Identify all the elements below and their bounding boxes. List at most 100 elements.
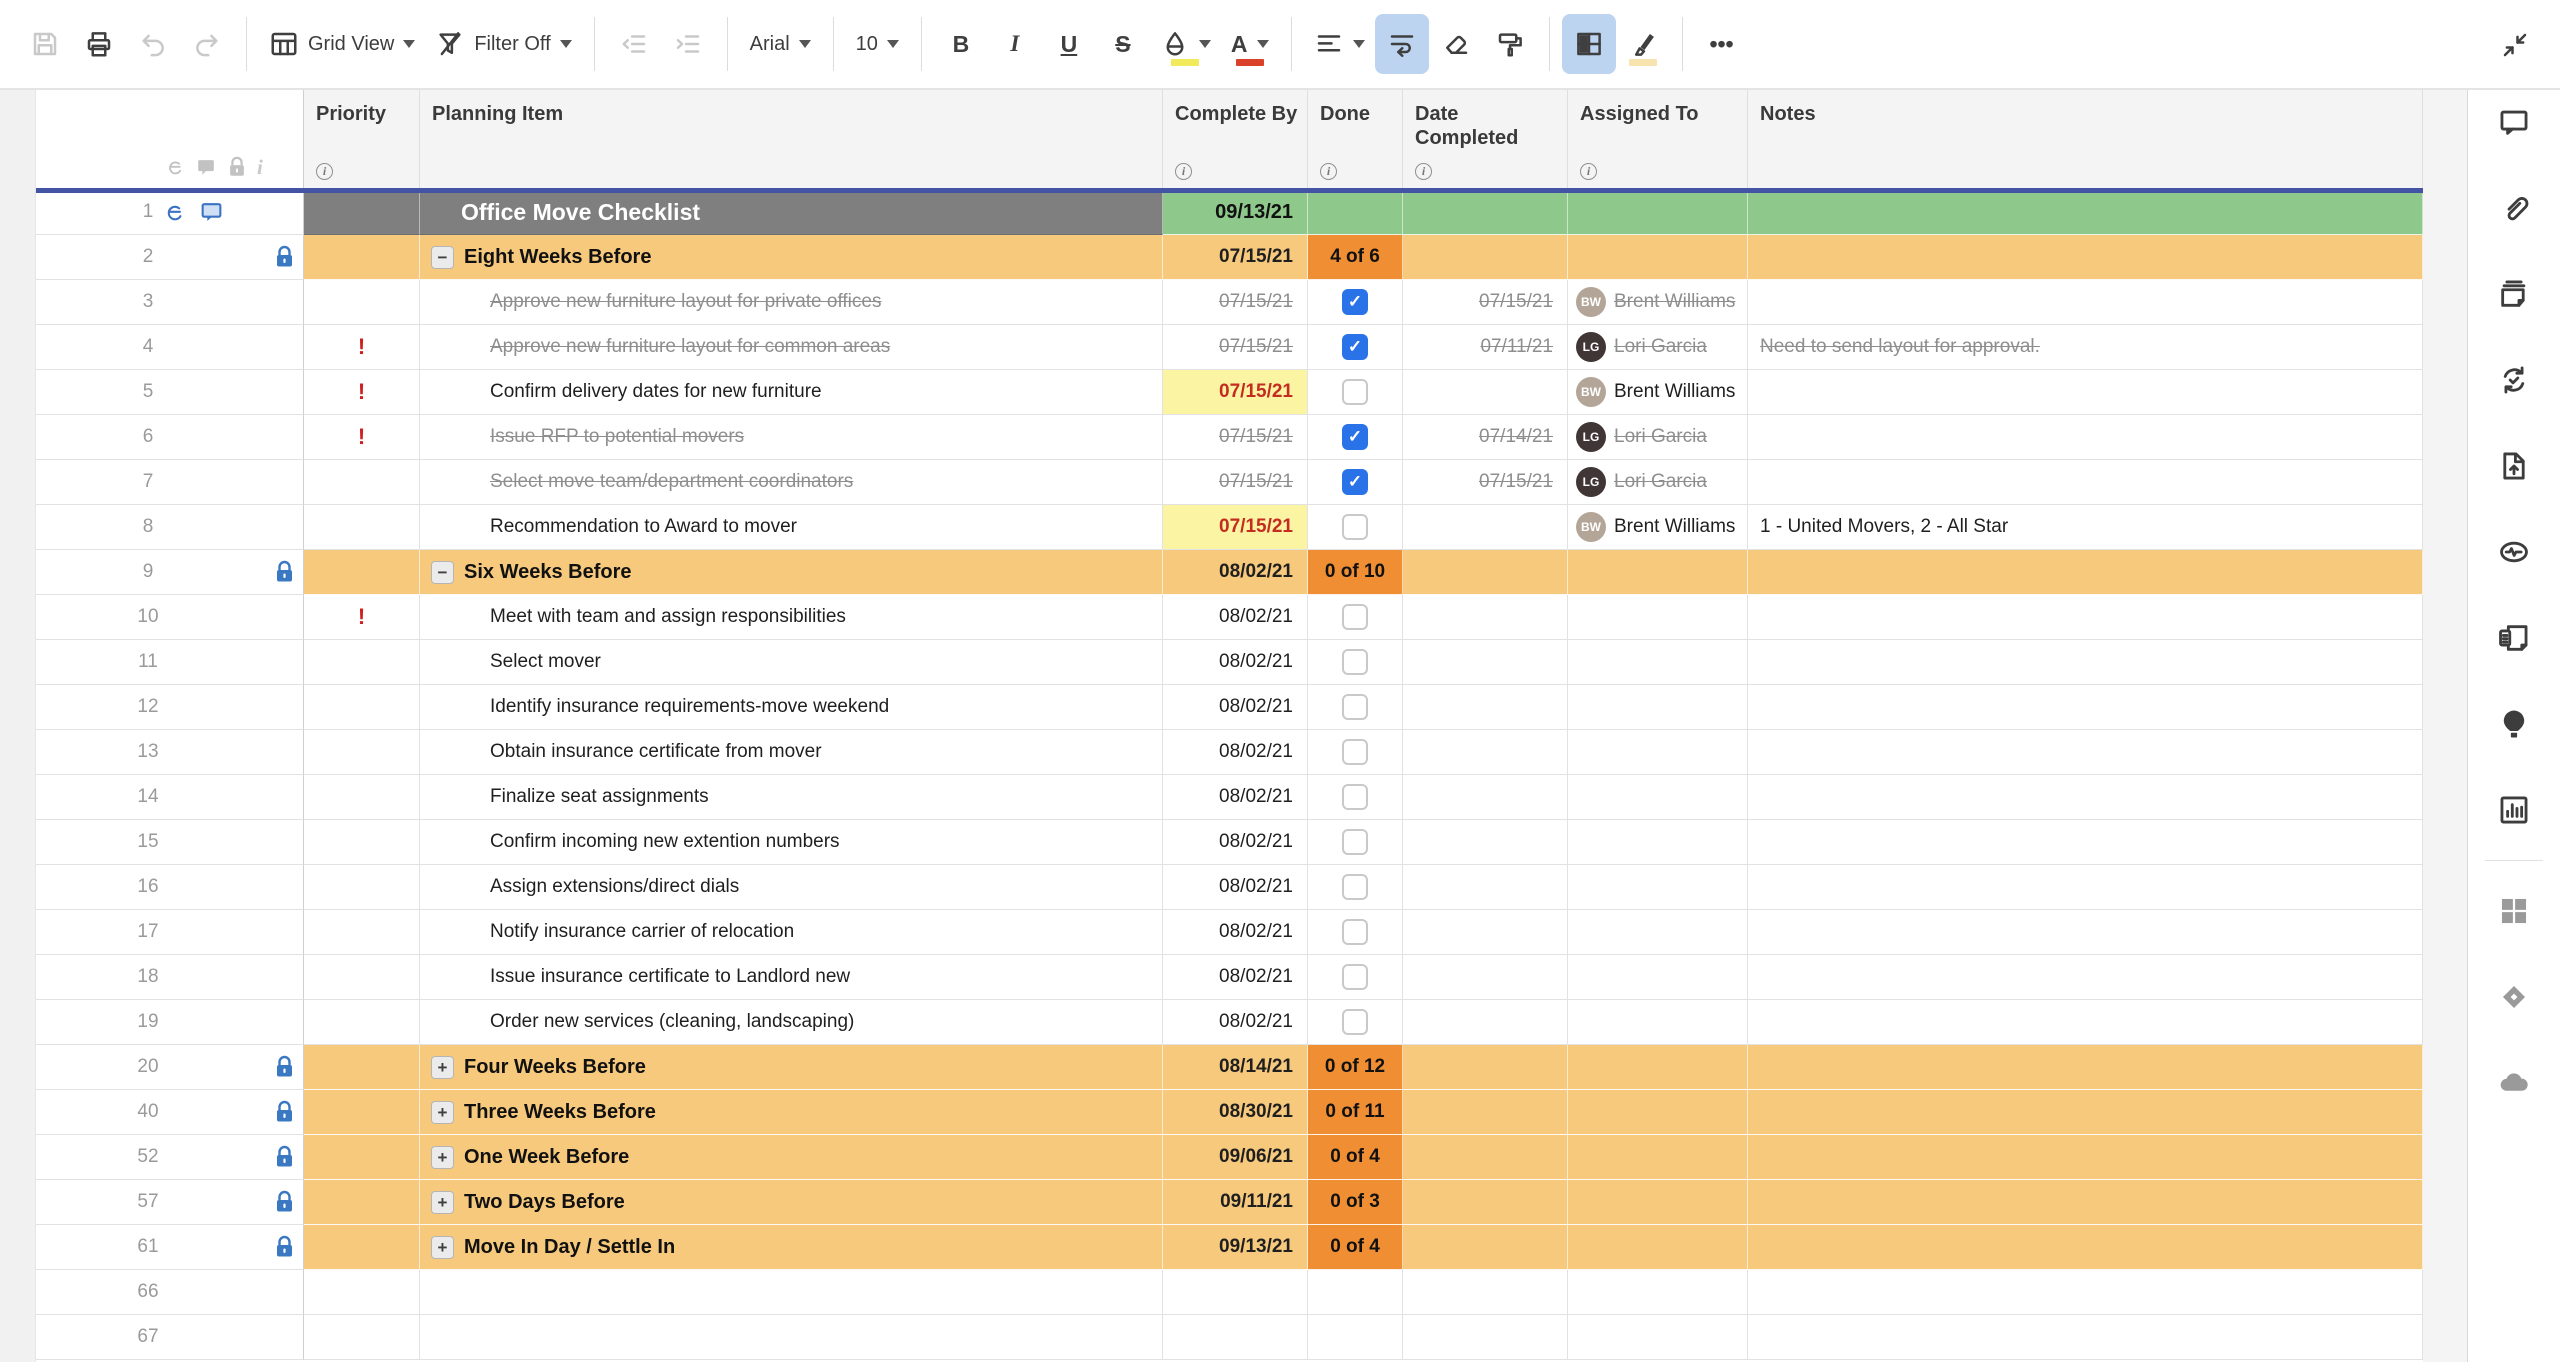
- column-header-notes[interactable]: Notes: [1748, 90, 2423, 190]
- checkbox-unchecked[interactable]: [1342, 514, 1368, 540]
- checkbox-unchecked[interactable]: [1342, 874, 1368, 900]
- assigned-to-cell[interactable]: BWBrent Williams: [1568, 505, 1748, 550]
- assigned-to-cell[interactable]: [1568, 1270, 1748, 1315]
- date-completed-cell[interactable]: [1403, 775, 1568, 820]
- planning-item-cell[interactable]: Issue RFP to potential movers: [420, 415, 1163, 460]
- assigned-to-cell[interactable]: BWBrent Williams: [1568, 370, 1748, 415]
- assigned-to-cell[interactable]: [1568, 235, 1748, 280]
- assigned-to-cell[interactable]: LGLori Garcia: [1568, 460, 1748, 505]
- done-cell[interactable]: [1308, 325, 1403, 370]
- priority-cell[interactable]: [304, 640, 420, 685]
- priority-cell[interactable]: [304, 730, 420, 775]
- done-cell[interactable]: [1308, 685, 1403, 730]
- date-completed-cell[interactable]: [1403, 730, 1568, 775]
- done-cell[interactable]: 4 of 6: [1308, 235, 1403, 280]
- done-cell[interactable]: [1308, 730, 1403, 775]
- row-number-cell[interactable]: 67: [36, 1315, 304, 1360]
- date-completed-cell[interactable]: [1403, 640, 1568, 685]
- date-completed-cell[interactable]: [1403, 550, 1568, 595]
- redo-button[interactable]: [180, 14, 234, 74]
- notes-cell[interactable]: [1748, 865, 2423, 910]
- checkbox-unchecked[interactable]: [1342, 964, 1368, 990]
- date-completed-cell[interactable]: [1403, 865, 1568, 910]
- notes-cell[interactable]: [1748, 1135, 2423, 1180]
- rail-cloud-button[interactable]: [2496, 1065, 2532, 1101]
- planning-item-cell[interactable]: Finalize seat assignments: [420, 775, 1163, 820]
- clear-format-button[interactable]: [1429, 14, 1483, 74]
- assigned-to-cell[interactable]: [1568, 820, 1748, 865]
- filter-button[interactable]: Filter Off: [425, 14, 581, 74]
- row-number-cell[interactable]: 14: [36, 775, 304, 820]
- notes-cell[interactable]: [1748, 1000, 2423, 1045]
- complete-by-cell[interactable]: 08/02/21: [1163, 865, 1308, 910]
- checkbox-checked[interactable]: [1342, 334, 1368, 360]
- planning-item-cell[interactable]: Identify insurance requirements-move wee…: [420, 685, 1163, 730]
- priority-cell[interactable]: [304, 550, 420, 595]
- notes-cell[interactable]: [1748, 910, 2423, 955]
- expand-row-button[interactable]: +: [431, 1056, 454, 1079]
- assigned-to-cell[interactable]: [1568, 910, 1748, 955]
- wrap-text-button[interactable]: [1375, 14, 1429, 74]
- done-cell[interactable]: [1308, 460, 1403, 505]
- priority-cell[interactable]: !: [304, 415, 420, 460]
- checkbox-unchecked[interactable]: [1342, 694, 1368, 720]
- planning-item-cell[interactable]: Issue insurance certificate to Landlord …: [420, 955, 1163, 1000]
- row-number-cell[interactable]: 6: [36, 415, 304, 460]
- indent-button[interactable]: [661, 14, 715, 74]
- row-number-cell[interactable]: 12: [36, 685, 304, 730]
- priority-cell[interactable]: !: [304, 595, 420, 640]
- assigned-to-cell[interactable]: [1568, 190, 1748, 235]
- undo-button[interactable]: [126, 14, 180, 74]
- priority-cell[interactable]: [304, 280, 420, 325]
- done-cell[interactable]: 0 of 10: [1308, 550, 1403, 595]
- assigned-to-cell[interactable]: [1568, 1090, 1748, 1135]
- row-number-cell[interactable]: 5: [36, 370, 304, 415]
- font-family-button[interactable]: Arial: [740, 14, 821, 74]
- complete-by-cell[interactable]: 08/02/21: [1163, 685, 1308, 730]
- planning-item-cell[interactable]: Approve new furniture layout for private…: [420, 280, 1163, 325]
- info-icon[interactable]: [316, 163, 333, 180]
- notes-cell[interactable]: [1748, 280, 2423, 325]
- planning-item-cell[interactable]: [420, 1270, 1163, 1315]
- planning-item-cell[interactable]: Assign extensions/direct dials: [420, 865, 1163, 910]
- date-completed-cell[interactable]: [1403, 1045, 1568, 1090]
- date-completed-cell[interactable]: [1403, 955, 1568, 1000]
- complete-by-cell[interactable]: 07/15/21: [1163, 280, 1308, 325]
- planning-item-cell[interactable]: +Three Weeks Before: [420, 1090, 1163, 1135]
- notes-cell[interactable]: [1748, 640, 2423, 685]
- planning-item-cell[interactable]: Select mover: [420, 640, 1163, 685]
- done-cell[interactable]: [1308, 865, 1403, 910]
- row-number-cell[interactable]: 19: [36, 1000, 304, 1045]
- row-number-cell[interactable]: 57: [36, 1180, 304, 1225]
- row-number-cell[interactable]: 2: [36, 235, 304, 280]
- notes-cell[interactable]: [1748, 235, 2423, 280]
- complete-by-cell[interactable]: 08/02/21: [1163, 595, 1308, 640]
- done-cell[interactable]: [1308, 190, 1403, 235]
- complete-by-cell[interactable]: 08/30/21: [1163, 1090, 1308, 1135]
- date-completed-cell[interactable]: [1403, 1135, 1568, 1180]
- date-completed-cell[interactable]: [1403, 370, 1568, 415]
- priority-cell[interactable]: [304, 1180, 420, 1225]
- rail-attachments-button[interactable]: [2496, 190, 2532, 226]
- priority-cell[interactable]: [304, 775, 420, 820]
- planning-item-cell[interactable]: +Four Weeks Before: [420, 1045, 1163, 1090]
- complete-by-cell[interactable]: 08/02/21: [1163, 550, 1308, 595]
- rail-diamond-button[interactable]: [2496, 979, 2532, 1015]
- rail-proofs-button[interactable]: [2496, 276, 2532, 312]
- done-cell[interactable]: 0 of 11: [1308, 1090, 1403, 1135]
- row-number-cell[interactable]: 20: [36, 1045, 304, 1090]
- priority-cell[interactable]: [304, 1135, 420, 1180]
- priority-cell[interactable]: !: [304, 325, 420, 370]
- column-header-done[interactable]: Done: [1308, 90, 1403, 190]
- complete-by-cell[interactable]: 08/02/21: [1163, 730, 1308, 775]
- comment-icon[interactable]: [199, 200, 224, 225]
- notes-cell[interactable]: [1748, 415, 2423, 460]
- expand-row-button[interactable]: +: [431, 1191, 454, 1214]
- planning-item-cell[interactable]: Order new services (cleaning, landscapin…: [420, 1000, 1163, 1045]
- assigned-to-cell[interactable]: [1568, 865, 1748, 910]
- assigned-to-cell[interactable]: [1568, 1225, 1748, 1270]
- complete-by-cell[interactable]: [1163, 1270, 1308, 1315]
- row-number-cell[interactable]: 52: [36, 1135, 304, 1180]
- done-cell[interactable]: [1308, 910, 1403, 955]
- date-completed-cell[interactable]: [1403, 1090, 1568, 1135]
